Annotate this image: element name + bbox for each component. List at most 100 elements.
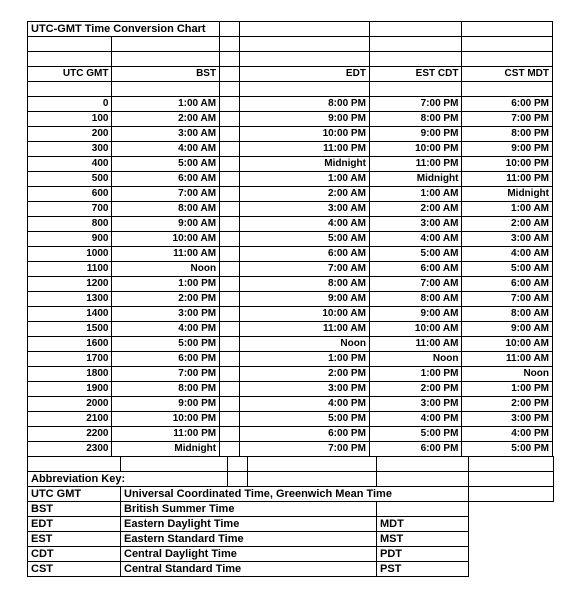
- spacer-row-4: [27, 456, 554, 472]
- cell-spacer: [219, 321, 241, 337]
- table-row: 1300 2:00 PM 9:00 AM 8:00 AM 7:00 AM: [26, 291, 553, 307]
- cell-bst: 4:00 PM: [111, 321, 221, 337]
- cell-utc-gmt: 1600: [26, 336, 113, 352]
- table-row: 600 7:00 AM 2:00 AM 1:00 AM Midnight: [26, 186, 553, 202]
- cell-bst: 5:00 AM: [111, 156, 221, 172]
- spacer-cell: [239, 51, 370, 67]
- column-header-est-cdt: EST CDT: [368, 66, 463, 82]
- title-spacer-col4: [239, 21, 370, 37]
- cell-est-cdt: 9:00 AM: [368, 306, 463, 322]
- abbreviation-alt-code: PDT: [376, 546, 469, 562]
- abbreviation-key-row: EST Eastern Standard Time MST: [27, 531, 554, 547]
- cell-utc-gmt: 1100: [26, 261, 113, 277]
- spacer-cell: [219, 51, 241, 67]
- cell-edt: 6:00 AM: [239, 246, 370, 262]
- cell-edt: Midnight: [239, 156, 370, 172]
- cell-spacer: [219, 411, 241, 427]
- cell-est-cdt: 5:00 AM: [368, 246, 463, 262]
- abbreviation-key-row: UTC GMT Universal Coordinated Time, Green…: [27, 486, 554, 502]
- abbreviation-alt-code: MDT: [376, 516, 469, 532]
- cell-edt: 1:00 AM: [239, 171, 370, 187]
- title-spacer-col3: [219, 21, 241, 37]
- cell-edt: 11:00 AM: [239, 321, 370, 337]
- cell-edt: 5:00 AM: [239, 231, 370, 247]
- cell-est-cdt: Noon: [368, 351, 463, 367]
- spacer-cell: [219, 81, 241, 97]
- abbreviation-code: EST: [27, 531, 121, 547]
- table-row: 1800 7:00 PM 2:00 PM 1:00 PM Noon: [26, 366, 553, 382]
- cell-edt: 11:00 PM: [239, 141, 370, 157]
- table-row: 1200 1:00 PM 8:00 AM 7:00 AM 6:00 AM: [26, 276, 553, 292]
- table-row: 2300 Midnight 7:00 PM 6:00 PM 5:00 PM: [26, 441, 553, 457]
- spacer-cell: [239, 36, 370, 52]
- cell-est-cdt: 7:00 PM: [368, 96, 463, 112]
- cell-utc-gmt: 1700: [26, 351, 113, 367]
- table-row: 200 3:00 AM 10:00 PM 9:00 PM 8:00 PM: [26, 126, 553, 142]
- column-header-edt: EDT: [239, 66, 370, 82]
- cell-est-cdt: 3:00 PM: [368, 396, 463, 412]
- cell-spacer: [219, 291, 241, 307]
- cell-edt: 7:00 PM: [239, 441, 370, 457]
- cell-cst-mdt: 5:00 AM: [461, 261, 553, 277]
- cell-utc-gmt: 500: [26, 171, 113, 187]
- page-title: UTC-GMT Time Conversion Chart: [26, 21, 221, 37]
- cell-spacer: [219, 186, 241, 202]
- cell-bst: 10:00 PM: [111, 411, 221, 427]
- abbreviation-code: CDT: [27, 546, 121, 562]
- cell-est-cdt: 4:00 PM: [368, 411, 463, 427]
- cell-est-cdt: 3:00 AM: [368, 216, 463, 232]
- cell-spacer: [219, 426, 241, 442]
- table-row: 700 8:00 AM 3:00 AM 2:00 AM 1:00 AM: [26, 201, 553, 217]
- cell-utc-gmt: 1800: [26, 366, 113, 382]
- cell-spacer: [219, 336, 241, 352]
- cell-cst-mdt: 10:00 AM: [461, 336, 553, 352]
- cell-cst-mdt: 6:00 AM: [461, 276, 553, 292]
- cell-bst: 9:00 PM: [111, 396, 221, 412]
- spacer-cell: [111, 81, 221, 97]
- abbreviation-code: EDT: [27, 516, 121, 532]
- table-row: 1900 8:00 PM 3:00 PM 2:00 PM 1:00 PM: [26, 381, 553, 397]
- cell-edt: Noon: [239, 336, 370, 352]
- table-row: 100 2:00 AM 9:00 PM 8:00 PM 7:00 PM: [26, 111, 553, 127]
- cell-spacer: [219, 201, 241, 217]
- cell-edt: 5:00 PM: [239, 411, 370, 427]
- cell-est-cdt: 2:00 AM: [368, 201, 463, 217]
- cell-edt: 3:00 AM: [239, 201, 370, 217]
- abbreviation-code: UTC GMT: [27, 486, 121, 502]
- cell-spacer: [219, 396, 241, 412]
- cell-edt: 10:00 AM: [239, 306, 370, 322]
- column-header-cst-mdt: CST MDT: [461, 66, 553, 82]
- cell-cst-mdt: 2:00 PM: [461, 396, 553, 412]
- abbreviation-key-table: Abbreviation Key: UTC GMT Universal Coordi…: [27, 456, 554, 577]
- cell-utc-gmt: 100: [26, 111, 113, 127]
- cell-cst-mdt: 10:00 PM: [461, 156, 553, 172]
- cell-spacer: [219, 156, 241, 172]
- cell-utc-gmt: 2200: [26, 426, 113, 442]
- table-row: 900 10:00 AM 5:00 AM 4:00 AM 3:00 AM: [26, 231, 553, 247]
- table-row: 0 1:00 AM 8:00 PM 7:00 PM 6:00 PM: [26, 96, 553, 112]
- title-row: UTC-GMT Time Conversion Chart: [26, 21, 553, 37]
- spacer-cell: [26, 81, 113, 97]
- abbreviation-meaning: Eastern Daylight Time: [120, 516, 377, 532]
- cell-est-cdt: 1:00 AM: [368, 186, 463, 202]
- spacer-cell: [26, 51, 113, 67]
- table-row: 800 9:00 AM 4:00 AM 3:00 AM 2:00 AM: [26, 216, 553, 232]
- cell-spacer: [219, 261, 241, 277]
- cell-est-cdt: 4:00 AM: [368, 231, 463, 247]
- cell-edt: 6:00 PM: [239, 426, 370, 442]
- cell-bst: 11:00 AM: [111, 246, 221, 262]
- cell-utc-gmt: 800: [26, 216, 113, 232]
- column-header-bst: BST: [111, 66, 221, 82]
- abbreviation-key-heading-row: Abbreviation Key:: [27, 471, 554, 487]
- spacer-cell: [368, 51, 463, 67]
- abbreviation-meaning: Eastern Standard Time: [120, 531, 377, 547]
- spacer-row-3: [26, 81, 553, 97]
- cell-cst-mdt: 7:00 PM: [461, 111, 553, 127]
- table-row: 2000 9:00 PM 4:00 PM 3:00 PM 2:00 PM: [26, 396, 553, 412]
- cell-spacer: [219, 306, 241, 322]
- cell-bst: 11:00 PM: [111, 426, 221, 442]
- cell-cst-mdt: 11:00 AM: [461, 351, 553, 367]
- cell-est-cdt: 2:00 PM: [368, 381, 463, 397]
- title-spacer-col5: [368, 21, 463, 37]
- cell-cst-mdt: 4:00 AM: [461, 246, 553, 262]
